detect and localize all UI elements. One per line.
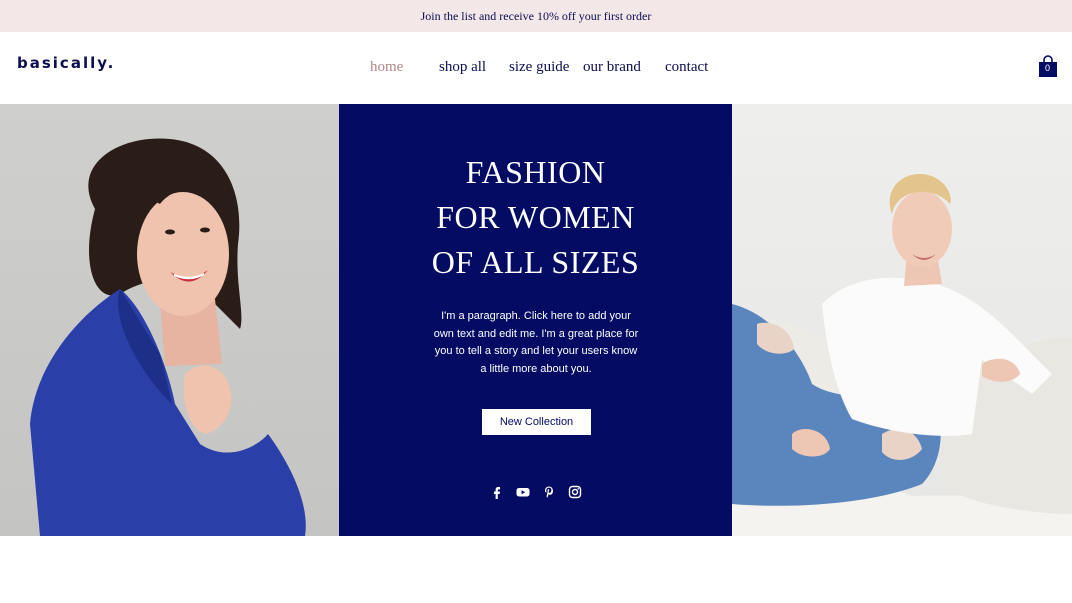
instagram-icon[interactable] (568, 485, 582, 499)
woman-in-blue-jacket-illustration (30, 138, 306, 536)
woman-on-sofa-illustration (732, 174, 1072, 536)
promo-bar: Join the list and receive 10% off your f… (0, 0, 1072, 32)
hero-paragraph: I'm a paragraph. Click here to add your … (433, 310, 639, 375)
hero-image-left (0, 104, 339, 536)
cart-count: 0 (1044, 63, 1050, 73)
headline-line-1: FASHION (465, 154, 606, 190)
nav-item-home[interactable]: home (370, 59, 403, 76)
site-logo[interactable]: basically. (17, 54, 115, 72)
hero-image-right (732, 104, 1072, 536)
pinterest-icon[interactable] (542, 485, 556, 499)
hero-headline: FASHION FOR WOMEN OF ALL SIZES (339, 150, 732, 285)
facebook-icon[interactable] (490, 485, 504, 499)
cart-button[interactable]: 0 (1038, 54, 1058, 78)
headline-line-3: OF ALL SIZES (431, 244, 640, 280)
nav-item-our-brand[interactable]: our brand (583, 59, 641, 76)
hero-text-panel: FASHION FOR WOMEN OF ALL SIZES I'm a par… (339, 104, 732, 536)
nav-item-shop-all[interactable]: shop all (439, 59, 486, 76)
social-bar (490, 485, 585, 499)
new-collection-button[interactable]: New Collection (482, 409, 591, 435)
promo-text[interactable]: Join the list and receive 10% off your f… (421, 9, 652, 24)
page-bottom (0, 536, 1072, 603)
site-header: basically. home shop all size guide our … (0, 32, 1072, 104)
nav-item-contact[interactable]: contact (665, 59, 708, 76)
hero-section: FASHION FOR WOMEN OF ALL SIZES I'm a par… (0, 104, 1072, 536)
headline-line-2: FOR WOMEN (436, 199, 635, 235)
nav-item-size-guide[interactable]: size guide (509, 59, 569, 76)
youtube-icon[interactable] (516, 485, 530, 499)
